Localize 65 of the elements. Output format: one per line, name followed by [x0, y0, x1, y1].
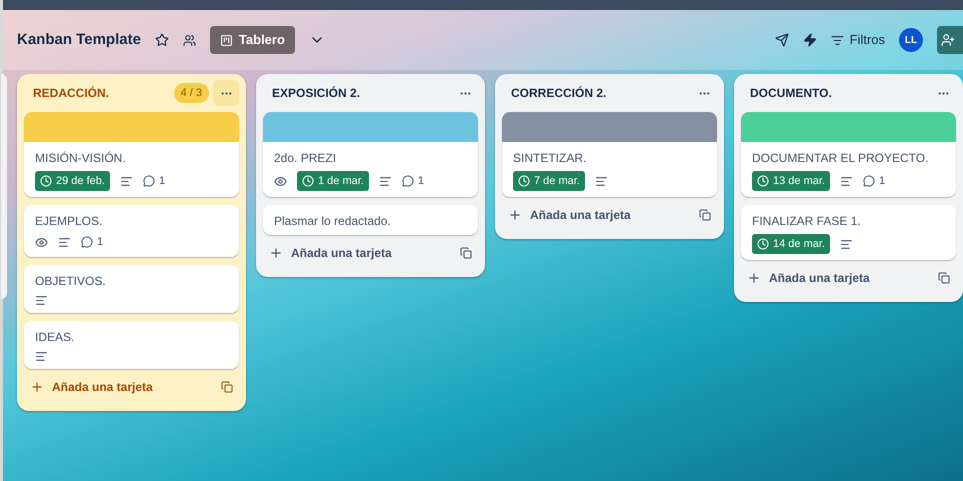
due-date-badge[interactable]: 1 de mar. — [297, 171, 369, 191]
card-title: DOCUMENTAR EL PROYECTO. — [752, 150, 930, 166]
clock-icon — [302, 175, 314, 187]
card-count-badge: 4 / 3 — [174, 83, 209, 103]
comment-count: 1 — [878, 174, 886, 189]
board-title: Kanban Template — [17, 30, 141, 50]
card[interactable]: DOCUMENTAR EL PROYECTO. 13 de mar. 1 — [741, 112, 956, 197]
send-icon[interactable] — [774, 33, 789, 47]
list-title[interactable]: EXPOSICIÓN 2. — [272, 84, 452, 102]
share-button[interactable] — [937, 26, 963, 54]
board-icon — [220, 34, 233, 46]
comment-icon — [862, 175, 875, 187]
lightning-icon[interactable] — [802, 33, 817, 47]
list-title[interactable]: DOCUMENTO. — [750, 84, 930, 102]
comment-count: 1 — [418, 174, 424, 189]
plus-icon — [747, 271, 761, 285]
template-icon[interactable] — [699, 209, 711, 221]
card[interactable]: 2do. PREZI 1 de mar. 1 — [263, 112, 478, 197]
due-date-badge[interactable]: 13 de mar. — [752, 171, 830, 191]
due-date-badge[interactable]: 7 de mar. — [513, 171, 585, 191]
card[interactable]: OBJETIVOS. — [24, 264, 239, 312]
card-title: Plasmar lo redactado. — [274, 213, 392, 229]
card[interactable]: FINALIZAR FASE 1. 14 de mar. — [741, 205, 956, 260]
card-title: EJEMPLOS. — [35, 213, 104, 229]
add-person-icon — [941, 33, 955, 47]
template-icon[interactable] — [221, 380, 233, 392]
comment-count: 1 — [97, 235, 104, 250]
list-title[interactable]: CORRECCIÓN 2. — [511, 84, 691, 102]
add-card-button[interactable]: Añada una tarjeta — [747, 269, 938, 287]
avatar[interactable]: LL — [899, 28, 923, 52]
clock-icon — [518, 175, 530, 187]
filter-icon — [830, 34, 844, 46]
card-title: IDEAS. — [35, 328, 76, 344]
filters-button[interactable]: Filtros — [830, 30, 885, 50]
template-icon[interactable] — [460, 247, 472, 259]
list-title[interactable]: REDACCIÓN. — [33, 84, 174, 102]
add-card-button[interactable]: Añada una tarjeta — [269, 244, 460, 262]
plus-icon — [30, 380, 44, 394]
plus-icon — [269, 246, 283, 260]
due-date-badge[interactable]: 29 de feb. — [35, 171, 110, 191]
card-title: SINTETIZAR. — [513, 150, 588, 166]
clock-icon — [757, 238, 769, 250]
card[interactable]: Plasmar lo redactado. — [263, 205, 478, 235]
card[interactable]: MISIÓN-VISIÓN. 29 de feb. 1 — [24, 112, 239, 197]
card-title: MISIÓN-VISIÓN. — [35, 150, 127, 166]
comment-icon — [142, 175, 155, 187]
comment-icon — [81, 236, 93, 248]
add-card-button[interactable]: Añada una tarjeta — [508, 206, 699, 224]
add-card-button[interactable]: Añada una tarjeta — [30, 378, 221, 396]
comment-icon — [402, 175, 414, 187]
comment-count: 1 — [158, 174, 166, 189]
star-icon[interactable] — [154, 33, 169, 47]
card[interactable]: IDEAS. — [24, 320, 239, 368]
due-date-badge[interactable]: 14 de mar. — [752, 234, 830, 254]
people-icon[interactable] — [182, 34, 196, 46]
clock-icon — [757, 175, 769, 187]
card[interactable]: EJEMPLOS. 1 — [24, 205, 239, 256]
card-title: OBJETIVOS. — [35, 272, 107, 288]
card-title: FINALIZAR FASE 1. — [752, 213, 862, 229]
plus-icon — [508, 208, 522, 222]
template-icon[interactable] — [938, 272, 950, 284]
clock-icon — [40, 175, 52, 187]
card-title: 2do. PREZI — [274, 150, 338, 166]
card[interactable]: SINTETIZAR. 7 de mar. — [502, 112, 717, 197]
view-button[interactable]: Tablero — [210, 26, 295, 54]
